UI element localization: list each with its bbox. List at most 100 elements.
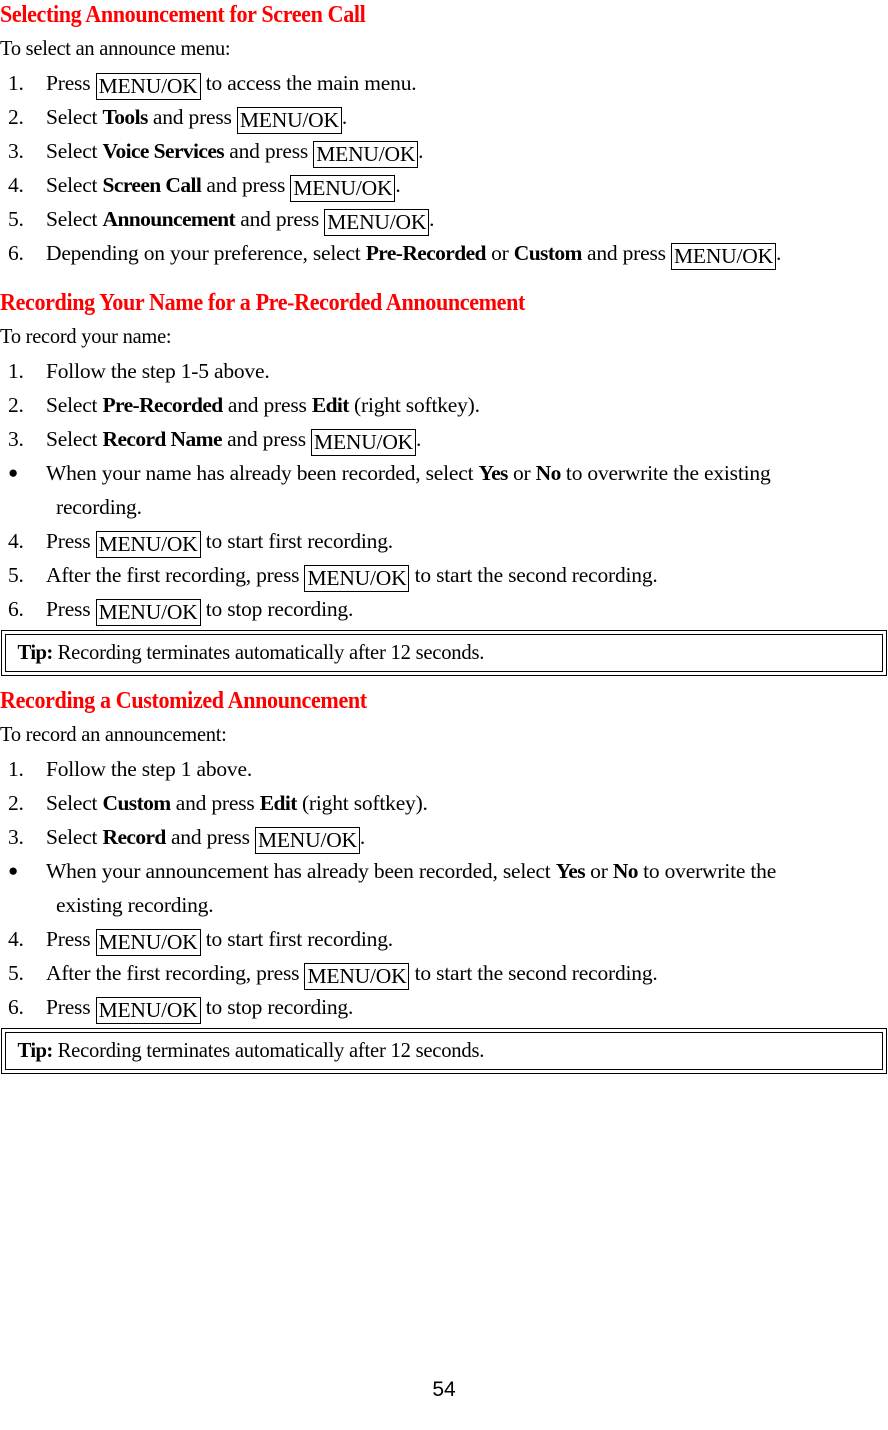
step-text: Select bbox=[46, 427, 103, 451]
list-item: 3. Select Record and press MENU/OK. bbox=[0, 820, 888, 854]
step-text: When your announcement has already been … bbox=[46, 859, 556, 883]
list-number: 6. bbox=[8, 995, 24, 1019]
step-text: When your name has already been recorded… bbox=[46, 461, 479, 485]
emphasis-text: Record Name bbox=[102, 427, 223, 451]
step-text: and press bbox=[170, 791, 260, 815]
section-2-tip-box: Tip: Recording terminates automatically … bbox=[1, 630, 887, 676]
step-text: Select bbox=[46, 825, 103, 849]
section-3-tip-box: Tip: Recording terminates automatically … bbox=[1, 1028, 887, 1074]
step-text: Depending on your preference, select bbox=[46, 241, 366, 265]
step-text: After the first recording, press bbox=[46, 961, 305, 985]
step-text: Press bbox=[46, 71, 96, 95]
list-item: 3. Select Voice Services and press MENU/O… bbox=[0, 134, 888, 168]
keycap-menu-ok: MENU/OK bbox=[324, 209, 430, 236]
list-item: 2. Select Custom and press Edit (right so… bbox=[0, 786, 888, 820]
step-text: Select bbox=[46, 139, 103, 163]
emphasis-text: Record bbox=[102, 825, 167, 849]
item-text: Press MENU/OK to start first recording. bbox=[46, 922, 888, 956]
step-text: Select bbox=[46, 173, 103, 197]
keycap-menu-ok: MENU/OK bbox=[236, 107, 342, 134]
tip-label: Tip: bbox=[17, 1038, 54, 1062]
step-text: Press bbox=[46, 995, 96, 1019]
item-text: Select Voice Services and press MENU/OK. bbox=[46, 134, 888, 168]
list-item: 6. Press MENU/OK to stop recording. bbox=[0, 990, 888, 1024]
step-text: Select bbox=[46, 207, 103, 231]
step-text: to overwrite the existing bbox=[560, 461, 771, 485]
step-text: or bbox=[507, 461, 536, 485]
list-number: 3. bbox=[8, 139, 24, 163]
step-text: Follow the step 1-5 above. bbox=[46, 359, 270, 383]
step-text: or bbox=[485, 241, 514, 265]
step-text: to stop recording. bbox=[200, 597, 354, 621]
step-text: . bbox=[359, 825, 366, 849]
list-number: 5. bbox=[8, 563, 24, 587]
list-number: 3. bbox=[8, 427, 24, 451]
step-text: and press bbox=[235, 207, 325, 231]
list-item: 6. Press MENU/OK to stop recording. bbox=[0, 592, 888, 626]
page-number: 54 bbox=[432, 1378, 456, 1401]
section-1-heading: Selecting Announcement for Screen Call bbox=[0, 2, 366, 28]
step-text: Press bbox=[46, 927, 96, 951]
step-text: . bbox=[429, 207, 435, 231]
item-text: Select Tools and press MENU/OK. bbox=[46, 100, 888, 134]
section-2-tip-text: Tip: Recording terminates automatically … bbox=[6, 635, 847, 671]
section-3-heading: Recording a Customized Announcement bbox=[0, 688, 367, 714]
list-item: 4. Press MENU/OK to start first recording… bbox=[0, 922, 888, 956]
emphasis-text: Custom bbox=[102, 791, 172, 815]
emphasis-text: Pre-Recorded bbox=[365, 241, 487, 265]
item-text: Press MENU/OK to start first recording. bbox=[46, 524, 888, 558]
section-1: Selecting Announcement for Screen Call T… bbox=[0, 0, 888, 270]
section-1-intro: To select an announce menu: bbox=[0, 36, 231, 60]
bullet-marker: ● bbox=[8, 463, 19, 482]
bullet-item: ● When your name has already been record… bbox=[0, 456, 888, 524]
bullet-marker: ● bbox=[8, 861, 19, 880]
item-text: Depending on your preference, select Pre… bbox=[46, 236, 888, 270]
list-number: 4. bbox=[8, 173, 24, 197]
list-item: 5. After the first recording, press MENU/… bbox=[0, 956, 888, 990]
keycap-menu-ok: MENU/OK bbox=[671, 243, 776, 270]
keycap-menu-ok: MENU/OK bbox=[254, 827, 360, 854]
list-number: 1. bbox=[8, 71, 24, 95]
step-text: to start first recording. bbox=[200, 529, 393, 553]
step-text: to start the second recording. bbox=[409, 563, 658, 587]
step-text: After the first recording, press bbox=[46, 563, 305, 587]
step-text: Follow the step 1 above. bbox=[46, 757, 252, 781]
section-3-steps: 1. Follow the step 1 above. 2. Select Custo… bbox=[0, 752, 888, 1024]
section-2: Recording Your Name for a Pre-Recorded A… bbox=[0, 288, 888, 676]
step-text: Select bbox=[46, 393, 103, 417]
list-number: 3. bbox=[8, 825, 24, 849]
item-text: Press MENU/OK to stop recording. bbox=[46, 990, 888, 1024]
list-item: 2. Select Tools and press MENU/OK. bbox=[0, 100, 888, 134]
keycap-menu-ok: MENU/OK bbox=[311, 429, 416, 456]
list-number: 5. bbox=[8, 961, 24, 985]
step-text: and press bbox=[221, 427, 312, 451]
item-text: Select Screen Call and press MENU/OK. bbox=[46, 168, 888, 202]
keycap-menu-ok: MENU/OK bbox=[95, 73, 201, 100]
section-3-intro: To record an announcement: bbox=[0, 722, 227, 746]
list-number: 6. bbox=[8, 241, 24, 265]
list-item: 1. Follow the step 1-5 above. bbox=[0, 354, 888, 388]
emphasis-text: Edit bbox=[259, 791, 298, 815]
step-text: . bbox=[415, 427, 422, 451]
emphasis-text: Edit bbox=[311, 393, 350, 417]
step-text: and press bbox=[581, 241, 671, 265]
step-text: Press bbox=[46, 529, 96, 553]
item-text-continuation: existing recording. bbox=[56, 893, 214, 917]
list-item: 4. Select Screen Call and press MENU/OK. bbox=[0, 168, 888, 202]
step-text: Press bbox=[46, 597, 96, 621]
item-text: When your name has already been recorded… bbox=[46, 456, 888, 490]
list-item: 3. Select Record Name and press MENU/OK. bbox=[0, 422, 888, 456]
step-text: . bbox=[775, 241, 782, 265]
section-2-steps: 1. Follow the step 1-5 above. 2. Select Pre… bbox=[0, 354, 888, 626]
item-text: Follow the step 1-5 above. bbox=[46, 354, 888, 388]
item-text: When your announcement has already been … bbox=[46, 854, 888, 888]
item-text: Press MENU/OK to stop recording. bbox=[46, 592, 888, 626]
tip-body: Recording terminates automatically after… bbox=[52, 640, 485, 664]
item-text: Select Record and press MENU/OK. bbox=[46, 820, 888, 854]
section-2-intro: To record your name: bbox=[0, 324, 172, 348]
item-text: After the first recording, press MENU/OK… bbox=[46, 558, 888, 592]
step-text: or bbox=[585, 859, 613, 883]
step-text: and press bbox=[147, 105, 237, 129]
list-number: 1. bbox=[8, 757, 24, 781]
item-text: Select Custom and press Edit (right soft… bbox=[46, 786, 888, 820]
